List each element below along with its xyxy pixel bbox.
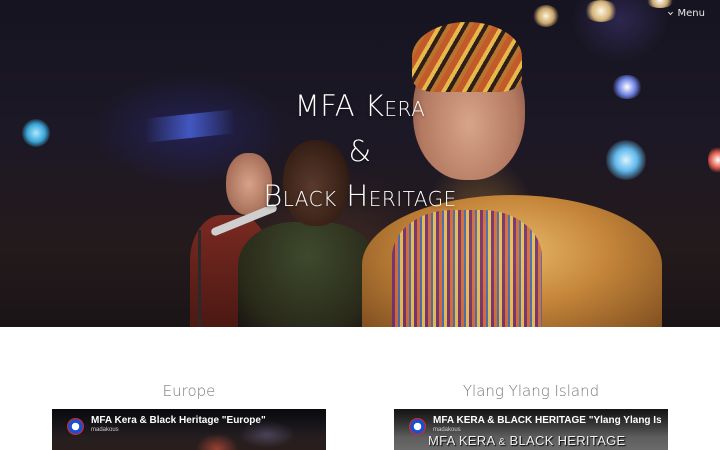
singer-necklace <box>392 210 542 327</box>
overlay-ampersand: & <box>498 437 506 448</box>
overlay-text-part: MFA KERA <box>428 433 495 448</box>
title-line: Black Heritage <box>263 179 457 213</box>
stage-light <box>645 0 675 8</box>
video-channel: madakous <box>91 427 119 433</box>
menu-label: Menu <box>677 8 705 19</box>
channel-avatar-icon[interactable] <box>409 418 426 435</box>
title-line: MFA Kera <box>294 89 426 123</box>
chevron-down-icon <box>667 11 673 16</box>
main-content: Europe MFA Kera & Black Heritage "Europe… <box>0 327 720 450</box>
video-section: Europe MFA Kera & Black Heritage "Europe… <box>52 381 326 450</box>
video-player[interactable]: MFA KERA & BLACK HERITAGE "Ylang Ylang I… <box>394 409 668 450</box>
hero-banner: MFA Kera & Black Heritage Menu <box>0 0 720 327</box>
video-player[interactable]: MFA Kera & Black Heritage "Europe" madak… <box>52 409 326 450</box>
video-title[interactable]: MFA Kera & Black Heritage "Europe" <box>91 415 319 426</box>
page-title: MFA Kera & Black Heritage <box>0 84 720 219</box>
title-line: & <box>348 134 372 168</box>
overlay-text-part: BLACK HERITAGE <box>509 433 626 448</box>
video-title[interactable]: MFA KERA & BLACK HERITAGE "Ylang Ylang I… <box>433 415 661 426</box>
video-section: Ylang Ylang Island MFA KERA & BLACK HERI… <box>394 381 668 450</box>
channel-avatar-icon[interactable] <box>67 418 84 435</box>
stage-light <box>533 5 559 27</box>
video-heading: Ylang Ylang Island <box>462 382 600 400</box>
menu-button[interactable]: Menu <box>667 8 705 19</box>
mic-stand <box>198 230 201 327</box>
video-overlay-text: MFA KERA & BLACK HERITAGE <box>428 433 625 448</box>
guitarist-figure <box>238 222 378 327</box>
stage-light <box>584 0 618 22</box>
singer-headwrap <box>412 22 522 92</box>
video-heading: Europe <box>162 382 216 400</box>
